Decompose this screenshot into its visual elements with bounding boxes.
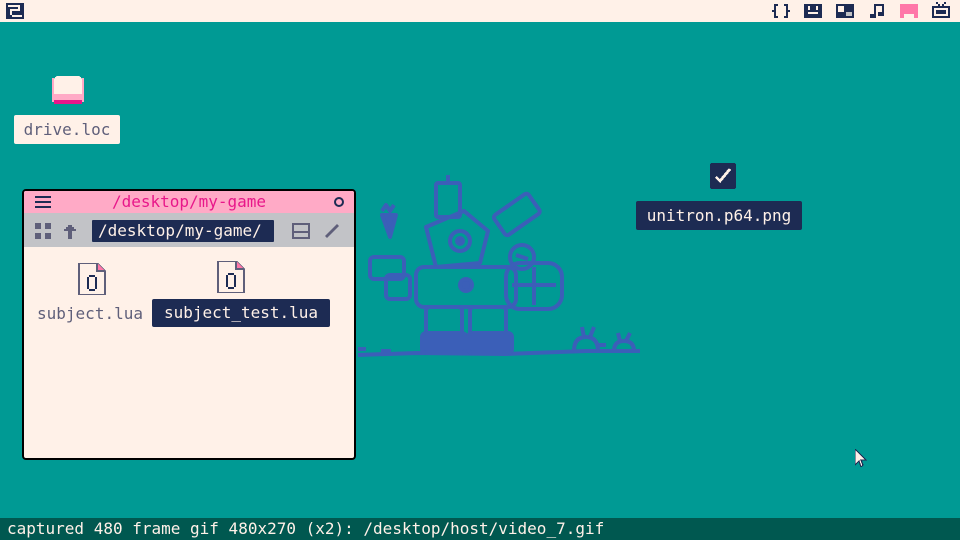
file-browser-window: /desktop/my-game /desktop/my-game/ subje…: [22, 189, 356, 460]
sprite-editor-icon[interactable]: [804, 2, 822, 20]
desktop-item-label[interactable]: unitron.p64.png: [636, 201, 802, 230]
map-editor-icon[interactable]: [836, 2, 854, 20]
lua-file-icon[interactable]: [216, 261, 246, 293]
music-editor-icon[interactable]: [900, 2, 918, 20]
drive-icon[interactable]: [52, 76, 84, 104]
window-toolbar: /desktop/my-game/: [24, 213, 354, 247]
status-bar: captured 480 frame gif 480x270 (x2): /de…: [0, 518, 960, 540]
parent-folder-icon[interactable]: [62, 223, 78, 239]
grid-view-icon[interactable]: [35, 223, 51, 239]
path-input[interactable]: /desktop/my-game/: [92, 220, 274, 242]
window-layout-icon[interactable]: [292, 223, 310, 239]
checkbox-icon[interactable]: [710, 163, 736, 189]
picotron-logo-icon[interactable]: [6, 3, 24, 19]
window-title: /desktop/my-game: [111, 192, 267, 211]
code-editor-icon[interactable]: [772, 2, 790, 20]
file-item-label-selected[interactable]: subject_test.lua: [152, 299, 330, 327]
game-run-icon[interactable]: [932, 2, 950, 20]
window-titlebar[interactable]: /desktop/my-game: [24, 191, 354, 213]
mouse-cursor-icon: [855, 449, 867, 467]
top-menu-bar: [0, 0, 960, 22]
file-item-label[interactable]: subject.lua: [36, 300, 144, 328]
robot-wallpaper-art: [357, 175, 640, 357]
desktop-item-label[interactable]: drive.loc: [14, 115, 120, 144]
lua-file-icon[interactable]: [77, 263, 107, 295]
sfx-editor-icon[interactable]: [868, 2, 886, 20]
close-icon[interactable]: [334, 197, 344, 207]
pencil-icon[interactable]: [324, 223, 340, 239]
